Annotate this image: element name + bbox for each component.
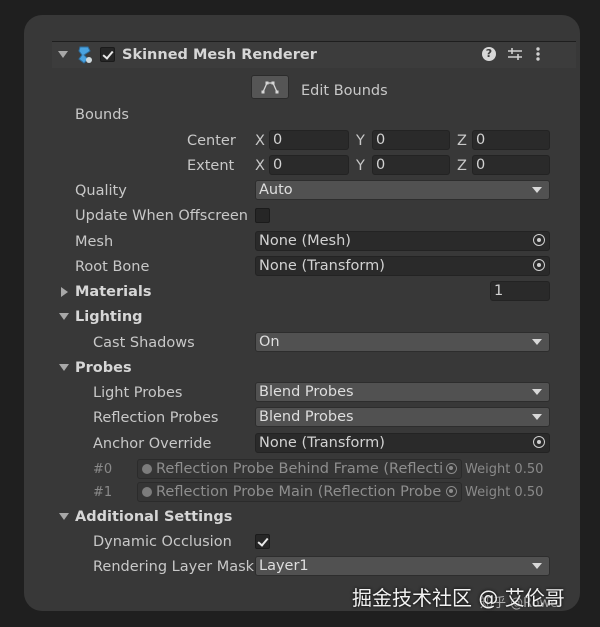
probe-list-item: Reflection Probe Main (Reflection Probe	[137, 482, 462, 502]
dynamic-occlusion-label: Dynamic Occlusion	[93, 534, 232, 550]
kebab-menu-icon[interactable]	[535, 46, 541, 62]
mesh-field[interactable]: None (Mesh)	[255, 231, 550, 251]
object-picker-icon[interactable]	[533, 259, 545, 271]
probe-name: Reflection Probe Behind Frame (Reflecti	[156, 461, 444, 477]
quality-label: Quality	[75, 183, 127, 199]
help-icon[interactable]: ?	[482, 47, 496, 61]
chevron-down-icon	[532, 563, 542, 569]
anchor-override-value: None (Transform)	[259, 435, 385, 451]
probe-weight: Weight 0.50	[465, 485, 544, 500]
watermark: 掘金技术社区 @ 艾伦哥	[352, 586, 565, 610]
extent-y-label[interactable]: Y	[356, 156, 365, 176]
extent-y-field[interactable]: 0	[372, 155, 450, 175]
dynamic-occlusion-checkbox[interactable]	[255, 534, 270, 549]
update-offscreen-label: Update When Offscreen	[75, 208, 248, 224]
root-bone-value: None (Transform)	[259, 258, 385, 274]
reflection-probes-value: Blend Probes	[259, 409, 354, 425]
center-y-field[interactable]: 0	[372, 130, 450, 150]
component-header[interactable]: Skinned Mesh Renderer ?	[52, 41, 576, 68]
lighting-foldout-icon[interactable]	[59, 313, 69, 320]
quality-dropdown[interactable]: Auto	[255, 180, 550, 200]
probe-index: #0	[93, 462, 113, 477]
probe-weight: Weight 0.50	[465, 462, 544, 477]
update-offscreen-checkbox[interactable]	[255, 208, 270, 223]
probe-name: Reflection Probe Main (Reflection Probe	[156, 484, 442, 500]
materials-label[interactable]: Materials	[75, 282, 152, 302]
foldout-arrow-icon[interactable]	[58, 51, 68, 58]
skinned-mesh-icon	[78, 46, 92, 64]
reflection-probes-label: Reflection Probes	[93, 410, 219, 426]
materials-count-field[interactable]: 1	[490, 281, 550, 301]
edit-bounds-button[interactable]	[251, 75, 289, 99]
probe-index: #1	[93, 485, 113, 500]
chevron-down-icon	[532, 339, 542, 345]
center-z-field[interactable]: 0	[472, 130, 550, 150]
additional-settings-label[interactable]: Additional Settings	[75, 507, 232, 527]
extent-z-label[interactable]: Z	[457, 156, 467, 176]
cast-shadows-value: On	[259, 334, 280, 350]
object-picker-icon	[446, 463, 457, 474]
anchor-override-label: Anchor Override	[93, 436, 212, 452]
extent-z-field[interactable]: 0	[472, 155, 550, 175]
cast-shadows-dropdown[interactable]: On	[255, 332, 550, 352]
edit-bounds-label: Edit Bounds	[301, 83, 388, 99]
light-probes-label: Light Probes	[93, 385, 183, 401]
probes-label[interactable]: Probes	[75, 358, 132, 378]
additional-settings-foldout-icon[interactable]	[59, 513, 69, 520]
light-probes-value: Blend Probes	[259, 384, 354, 400]
reflection-probe-icon	[142, 464, 152, 474]
object-picker-icon[interactable]	[533, 234, 545, 246]
reflection-probes-dropdown[interactable]: Blend Probes	[255, 407, 550, 427]
center-label: Center	[187, 133, 236, 149]
object-picker-icon	[446, 486, 457, 497]
lighting-label[interactable]: Lighting	[75, 307, 143, 327]
probes-foldout-icon[interactable]	[59, 364, 69, 371]
checkmark-icon	[102, 48, 114, 60]
anchor-override-field[interactable]: None (Transform)	[255, 433, 550, 453]
bounds-label: Bounds	[75, 107, 129, 123]
mesh-label: Mesh	[75, 234, 114, 250]
rendering-layer-mask-label: Rendering Layer Mask	[93, 559, 255, 575]
component-title: Skinned Mesh Renderer	[122, 47, 317, 63]
extent-x-field[interactable]: 0	[269, 155, 349, 175]
chevron-down-icon	[532, 187, 542, 193]
light-probes-dropdown[interactable]: Blend Probes	[255, 382, 550, 402]
probe-list-item: Reflection Probe Behind Frame (Reflecti	[137, 459, 462, 479]
chevron-down-icon	[532, 389, 542, 395]
object-picker-icon[interactable]	[533, 436, 545, 448]
center-x-label[interactable]: X	[255, 131, 265, 151]
root-bone-field[interactable]: None (Transform)	[255, 256, 550, 276]
preset-icon[interactable]	[507, 47, 523, 61]
edit-bounds-icon	[261, 81, 279, 94]
reflection-probe-icon	[142, 487, 152, 497]
materials-foldout-icon[interactable]	[61, 287, 68, 297]
component-enabled-checkbox[interactable]	[100, 47, 115, 62]
checkmark-icon	[257, 535, 269, 547]
rendering-layer-mask-dropdown[interactable]: Layer1	[255, 556, 550, 576]
extent-x-label[interactable]: X	[255, 156, 265, 176]
root-bone-label: Root Bone	[75, 259, 150, 275]
cast-shadows-label: Cast Shadows	[93, 335, 195, 351]
center-z-label[interactable]: Z	[457, 131, 467, 151]
inspector-panel: Skinned Mesh Renderer ? Edit Bounds Boun…	[24, 15, 580, 611]
chevron-down-icon	[532, 414, 542, 420]
rendering-layer-mask-value: Layer1	[259, 558, 309, 574]
center-x-field[interactable]: 0	[269, 130, 349, 150]
quality-value: Auto	[259, 182, 293, 198]
center-y-label[interactable]: Y	[356, 131, 365, 151]
extent-label: Extent	[187, 158, 235, 174]
mesh-value: None (Mesh)	[259, 233, 351, 249]
